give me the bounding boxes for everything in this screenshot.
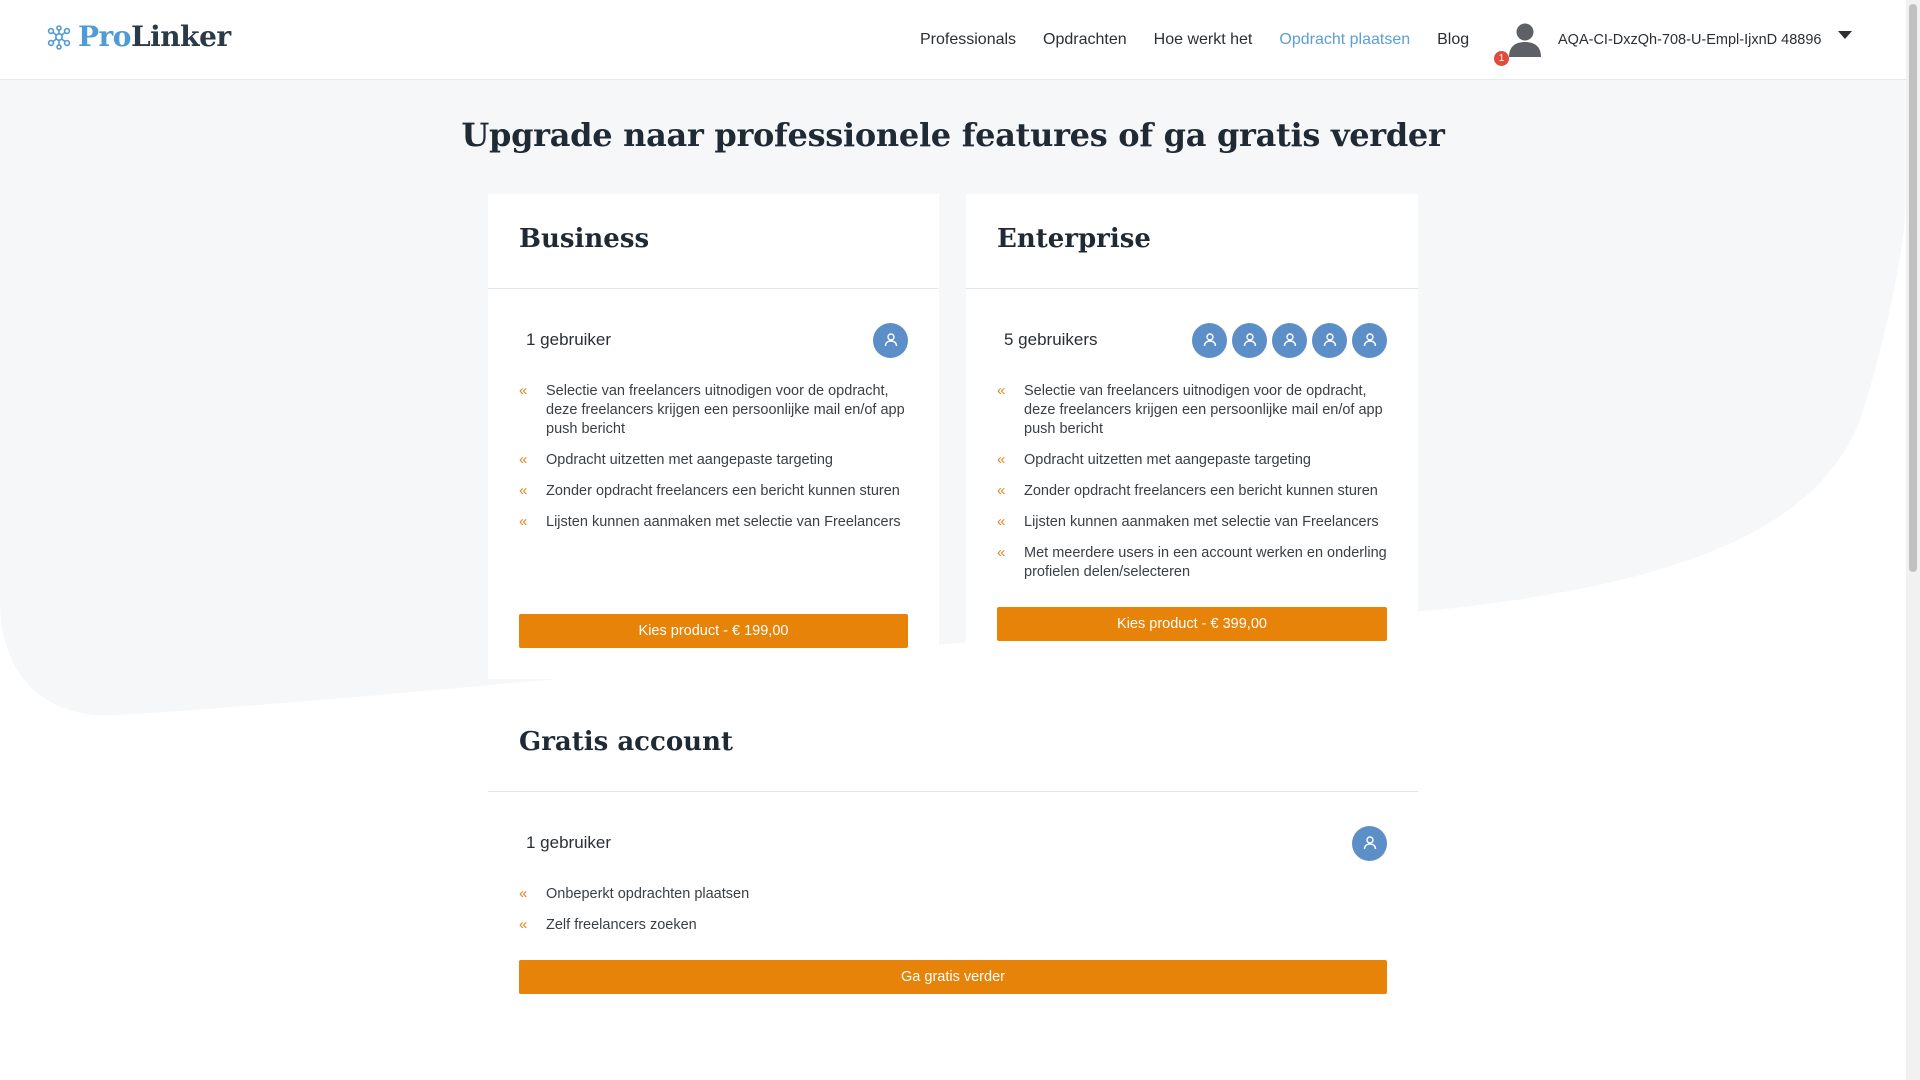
plan-users-row: 1 gebruiker	[526, 825, 1387, 861]
feature-item: « Zonder opdracht freelancers een bericht…	[997, 482, 1387, 501]
feature-text: Opdracht uitzetten met aangepaste target…	[1024, 452, 1311, 468]
feature-item: « Lijsten kunnen aanmaken met selectie va…	[997, 513, 1387, 532]
user-icon-list	[1352, 825, 1387, 861]
user-icon-list	[873, 322, 908, 358]
logo-text-pro: Pro	[78, 20, 131, 53]
feature-item: « Selectie van freelancers uitnodigen voo…	[519, 382, 908, 439]
plan-card-header: Gratis account	[488, 697, 1418, 792]
choose-business-button[interactable]: Kies product - € 199,00	[519, 614, 908, 648]
double-chevron-left-icon: «	[519, 916, 528, 933]
feature-item: « Met meerdere users in een account werke…	[997, 544, 1387, 582]
double-chevron-left-icon: «	[997, 513, 1006, 530]
double-chevron-left-icon: «	[997, 544, 1006, 561]
main-nav: Professionals Opdrachten Hoe werkt het O…	[920, 0, 1496, 79]
double-chevron-left-icon: «	[519, 482, 528, 499]
plan-users-row: 5 gebruikers	[1004, 322, 1387, 358]
feature-text: Zelf freelancers zoeken	[546, 917, 697, 933]
feature-list: « Selectie van freelancers uitnodigen voo…	[519, 382, 908, 544]
page-title: Upgrade naar professionele features of g…	[461, 116, 1445, 154]
username-label[interactable]: AQA-CI-DxzQh-708-U-Empl-IjxnD 48896	[1558, 32, 1822, 48]
double-chevron-left-icon: «	[519, 451, 528, 468]
plan-card-free: Gratis account 1 gebruiker « Onbeperkt op…	[488, 697, 1418, 1017]
user-icon	[1272, 322, 1307, 358]
feature-item: « Opdracht uitzetten met aangepaste targe…	[519, 451, 908, 470]
network-nodes-icon	[47, 24, 71, 50]
logo-text-linker: Linker	[130, 20, 231, 53]
feature-text: Zonder opdracht freelancers een bericht …	[1024, 483, 1378, 499]
feature-list: « Selectie van freelancers uitnodigen voo…	[997, 382, 1387, 594]
feature-text: Met meerdere users in een account werken…	[1024, 545, 1387, 580]
top-navigation-bar: ProLinker Professionals Opdrachten Hoe w…	[0, 0, 1906, 80]
feature-text: Onbeperkt opdrachten plaatsen	[546, 886, 750, 902]
nav-opdracht-plaatsen[interactable]: Opdracht plaatsen	[1279, 31, 1410, 49]
plan-name: Business	[519, 224, 650, 254]
continue-free-button[interactable]: Ga gratis verder	[519, 960, 1387, 994]
plan-card-header: Business	[488, 194, 939, 289]
feature-text: Lijsten kunnen aanmaken met selectie van…	[1024, 514, 1379, 530]
user-icon-list	[1192, 322, 1387, 358]
choose-enterprise-button[interactable]: Kies product - € 399,00	[997, 607, 1387, 641]
user-avatar[interactable]: 1	[1494, 21, 1544, 66]
plan-users-label: 1 gebruiker	[526, 833, 612, 852]
user-icon	[1352, 322, 1387, 358]
nav-opdrachten[interactable]: Opdrachten	[1043, 31, 1127, 49]
feature-text: Opdracht uitzetten met aangepaste target…	[546, 452, 833, 468]
user-avatar-icon	[1509, 23, 1541, 57]
user-icon	[873, 322, 908, 358]
double-chevron-left-icon: «	[997, 451, 1006, 468]
user-icon	[1192, 322, 1227, 358]
user-icon	[1232, 322, 1267, 358]
feature-text: Selectie van freelancers uitnodigen voor…	[1024, 383, 1383, 437]
feature-item: « Zelf freelancers zoeken	[519, 916, 1387, 935]
scrollbar-thumb[interactable]	[1909, 4, 1917, 572]
plan-card-business: Business 1 gebruiker « Selectie van freel…	[488, 194, 939, 679]
feature-item: « Lijsten kunnen aanmaken met selectie va…	[519, 513, 908, 532]
plan-users-label: 1 gebruiker	[526, 330, 612, 349]
page-scrollbar[interactable]	[1906, 0, 1920, 1080]
plan-name: Gratis account	[519, 727, 733, 757]
double-chevron-left-icon: «	[519, 382, 528, 399]
notification-badge[interactable]: 1	[1494, 51, 1509, 66]
feature-item: « Zonder opdracht freelancers een bericht…	[519, 482, 908, 501]
double-chevron-left-icon: «	[519, 885, 528, 902]
plan-users-row: 1 gebruiker	[526, 322, 908, 358]
feature-text: Lijsten kunnen aanmaken met selectie van…	[546, 514, 901, 530]
feature-item: « Selectie van freelancers uitnodigen voo…	[997, 382, 1387, 439]
double-chevron-left-icon: «	[997, 382, 1006, 399]
double-chevron-left-icon: «	[997, 482, 1006, 499]
nav-blog[interactable]: Blog	[1437, 31, 1469, 49]
double-chevron-left-icon: «	[519, 513, 528, 530]
user-icon	[1312, 322, 1347, 358]
prolinker-logo[interactable]: ProLinker	[46, 20, 231, 53]
user-icon	[1352, 825, 1387, 861]
nav-professionals[interactable]: Professionals	[920, 31, 1016, 49]
feature-list: « Onbeperkt opdrachten plaatsen « Zelf free…	[519, 885, 1387, 947]
feature-item: « Onbeperkt opdrachten plaatsen	[519, 885, 1387, 904]
feature-text: Selectie van freelancers uitnodigen voor…	[546, 383, 905, 437]
nav-hoe-werkt-het[interactable]: Hoe werkt het	[1154, 31, 1253, 49]
plan-name: Enterprise	[997, 224, 1151, 254]
plan-card-header: Enterprise	[966, 194, 1418, 289]
plan-users-label: 5 gebruikers	[1004, 330, 1098, 349]
caret-down-icon[interactable]	[1837, 31, 1852, 39]
feature-text: Zonder opdracht freelancers een bericht …	[546, 483, 900, 499]
feature-item: « Opdracht uitzetten met aangepaste targe…	[997, 451, 1387, 470]
user-menu[interactable]: 1 AQA-CI-DxzQh-708-U-Empl-IjxnD 48896	[1494, 14, 1852, 66]
plan-card-enterprise: Enterprise 5 gebruikers « Selectie van fr…	[966, 194, 1418, 672]
